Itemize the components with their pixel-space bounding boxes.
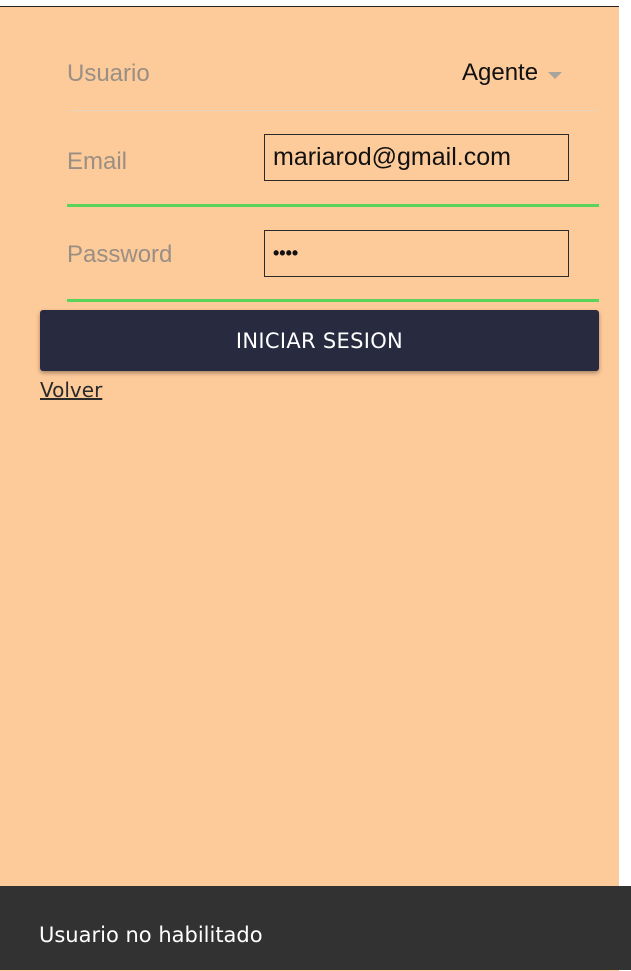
email-field[interactable]: mariarod@gmail.com [264, 134, 569, 181]
email-focus-underline [67, 204, 599, 207]
user-row-divider [67, 110, 599, 111]
password-value: •••• [273, 243, 299, 263]
password-focus-underline [67, 299, 599, 302]
login-button-label: INICIAR SESION [235, 328, 404, 353]
login-screen: Usuario Agente Email mariarod@gmail.com … [0, 6, 619, 971]
email-label: Email [67, 148, 128, 175]
snackbar-message: Usuario no habilitado [39, 923, 263, 947]
user-type-dropdown[interactable]: Agente [462, 59, 563, 87]
password-field[interactable]: •••• [264, 230, 569, 277]
password-label: Password [67, 241, 173, 268]
back-link[interactable]: Volver [40, 378, 102, 402]
chevron-down-icon [548, 71, 563, 79]
snackbar: Usuario no habilitado [0, 886, 631, 970]
user-type-value: Agente [462, 59, 539, 86]
login-button[interactable]: INICIAR SESION [40, 310, 599, 371]
user-type-label: Usuario [67, 60, 150, 87]
email-value: mariarod@gmail.com [273, 143, 511, 171]
